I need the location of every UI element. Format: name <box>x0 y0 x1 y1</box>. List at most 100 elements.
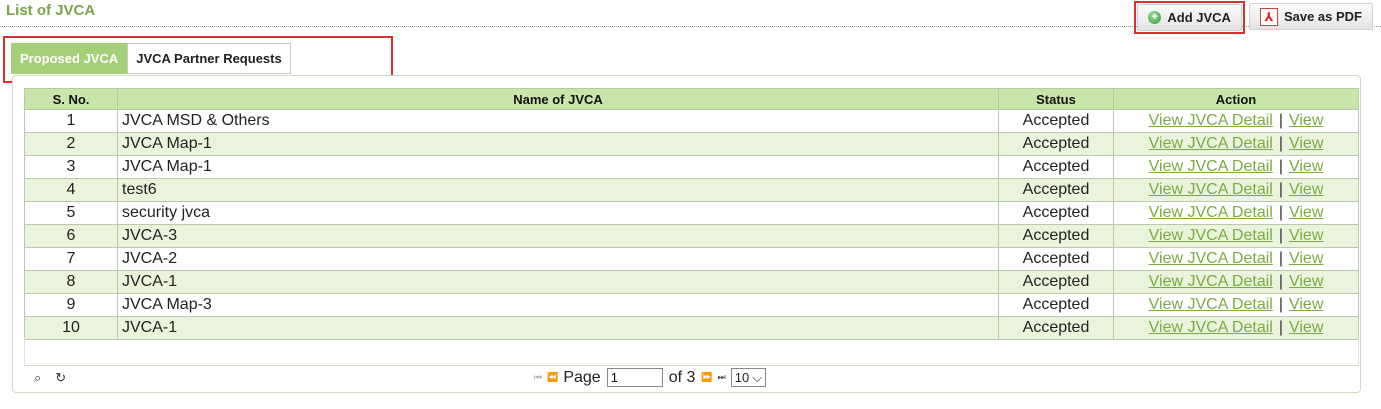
cell-sno: 1 <box>24 109 118 133</box>
empty-grid-space <box>24 338 1359 364</box>
view-link[interactable]: View <box>1289 112 1323 129</box>
table-row[interactable]: 6 JVCA-3 Accepted View JVCA Detail | View <box>24 224 1359 248</box>
add-jvca-button[interactable]: + Add JVCA <box>1137 4 1242 31</box>
page-title: List of JVCA <box>6 2 96 19</box>
cell-sno: 10 <box>24 316 118 340</box>
cell-action: View JVCA Detail | View <box>1113 224 1359 248</box>
jvca-table: S. No. Name of JVCA Status Action 1 JVCA … <box>24 88 1359 340</box>
cell-sno: 5 <box>24 201 118 225</box>
cell-sno: 2 <box>24 132 118 156</box>
cell-sno: 3 <box>24 155 118 179</box>
pager: ⌕ ↻ ⏮ ⏪ Page of 3 ⏩ ⏭ 10 ⌵ <box>24 365 1359 391</box>
cell-status: Accepted <box>998 132 1114 156</box>
cell-name: JVCA-3 <box>117 224 999 248</box>
view-jvca-detail-link[interactable]: View JVCA Detail <box>1149 273 1273 290</box>
view-jvca-detail-link[interactable]: View JVCA Detail <box>1149 112 1273 129</box>
last-page-icon[interactable]: ⏭ <box>718 372 726 383</box>
first-page-icon[interactable]: ⏮ <box>534 372 542 383</box>
action-separator: | <box>1278 181 1283 198</box>
view-jvca-detail-link[interactable]: View JVCA Detail <box>1149 296 1273 313</box>
top-actions: + Add JVCA ⅄ Save as PDF <box>1134 1 1373 34</box>
cell-status: Accepted <box>998 224 1114 248</box>
page-size-value: 10 <box>734 370 750 385</box>
cell-action: View JVCA Detail | View <box>1113 155 1359 179</box>
action-separator: | <box>1278 227 1283 244</box>
next-page-icon[interactable]: ⏩ <box>701 372 712 383</box>
view-jvca-detail-link[interactable]: View JVCA Detail <box>1149 181 1273 198</box>
refresh-icon[interactable]: ↻ <box>55 370 66 386</box>
tab-bar: Proposed JVCA JVCA Partner Requests <box>11 43 291 74</box>
save-as-pdf-label: Save as PDF <box>1283 9 1362 24</box>
table-row[interactable]: 8 JVCA-1 Accepted View JVCA Detail | View <box>24 270 1359 294</box>
header-action[interactable]: Action <box>1113 88 1359 110</box>
header-sno[interactable]: S. No. <box>24 88 118 110</box>
cell-action: View JVCA Detail | View <box>1113 247 1359 271</box>
cell-status: Accepted <box>998 201 1114 225</box>
table-header-row: S. No. Name of JVCA Status Action <box>24 88 1359 110</box>
cell-name: JVCA MSD & Others <box>117 109 999 133</box>
view-link[interactable]: View <box>1289 296 1323 313</box>
table-row[interactable]: 3 JVCA Map-1 Accepted View JVCA Detail | View <box>24 155 1359 179</box>
action-separator: | <box>1278 112 1283 129</box>
cell-name: JVCA-2 <box>117 247 999 271</box>
view-jvca-detail-link[interactable]: View JVCA Detail <box>1149 204 1273 221</box>
cell-action: View JVCA Detail | View <box>1113 109 1359 133</box>
action-separator: | <box>1278 296 1283 313</box>
table-row[interactable]: 1 JVCA MSD & Others Accepted View JVCA Deta… <box>24 109 1359 133</box>
view-link[interactable]: View <box>1289 204 1323 221</box>
view-jvca-detail-link[interactable]: View JVCA Detail <box>1149 319 1273 336</box>
cell-sno: 9 <box>24 293 118 317</box>
action-separator: | <box>1278 273 1283 290</box>
tab-proposed-jvca[interactable]: Proposed JVCA <box>11 43 128 74</box>
chevron-down-icon: ⌵ <box>752 369 763 385</box>
page-label: Page <box>563 368 601 386</box>
cell-sno: 7 <box>24 247 118 271</box>
table-row[interactable]: 4 test6 Accepted View JVCA Detail | View <box>24 178 1359 202</box>
table-row[interactable]: 7 JVCA-2 Accepted View JVCA Detail | View <box>24 247 1359 271</box>
page-size-select[interactable]: 10 ⌵ <box>730 368 767 387</box>
save-as-pdf-button[interactable]: ⅄ Save as PDF <box>1248 3 1373 30</box>
action-separator: | <box>1278 204 1283 221</box>
cell-action: View JVCA Detail | View <box>1113 201 1359 225</box>
header-status[interactable]: Status <box>998 88 1114 110</box>
cell-name: JVCA-1 <box>117 270 999 294</box>
add-jvca-label: Add JVCA <box>1167 10 1231 25</box>
action-separator: | <box>1278 158 1283 175</box>
prev-page-icon[interactable]: ⏪ <box>547 372 558 383</box>
view-link[interactable]: View <box>1289 135 1323 152</box>
pager-tools: ⌕ ↻ <box>34 370 66 386</box>
view-link[interactable]: View <box>1289 273 1323 290</box>
view-link[interactable]: View <box>1289 158 1323 175</box>
search-icon[interactable]: ⌕ <box>34 370 41 386</box>
action-separator: | <box>1278 250 1283 267</box>
header-name[interactable]: Name of JVCA <box>117 88 999 110</box>
cell-sno: 6 <box>24 224 118 248</box>
cell-name: JVCA-1 <box>117 316 999 340</box>
table-row[interactable]: 9 JVCA Map-3 Accepted View JVCA Detail | View <box>24 293 1359 317</box>
cell-action: View JVCA Detail | View <box>1113 293 1359 317</box>
view-link[interactable]: View <box>1289 181 1323 198</box>
cell-action: View JVCA Detail | View <box>1113 270 1359 294</box>
cell-action: View JVCA Detail | View <box>1113 132 1359 156</box>
cell-name: test6 <box>117 178 999 202</box>
page-number-input[interactable] <box>606 368 663 387</box>
pdf-icon: ⅄ <box>1259 7 1278 26</box>
view-jvca-detail-link[interactable]: View JVCA Detail <box>1149 250 1273 267</box>
cell-name: JVCA Map-3 <box>117 293 999 317</box>
view-link[interactable]: View <box>1289 227 1323 244</box>
cell-status: Accepted <box>998 270 1114 294</box>
action-separator: | <box>1278 319 1283 336</box>
view-jvca-detail-link[interactable]: View JVCA Detail <box>1149 227 1273 244</box>
view-link[interactable]: View <box>1289 319 1323 336</box>
table-row[interactable]: 10 JVCA-1 Accepted View JVCA Detail | View <box>24 316 1359 340</box>
view-jvca-detail-link[interactable]: View JVCA Detail <box>1149 158 1273 175</box>
cell-name: security jvca <box>117 201 999 225</box>
cell-status: Accepted <box>998 293 1114 317</box>
view-jvca-detail-link[interactable]: View JVCA Detail <box>1149 135 1273 152</box>
table-row[interactable]: 2 JVCA Map-1 Accepted View JVCA Detail | View <box>24 132 1359 156</box>
cell-status: Accepted <box>998 247 1114 271</box>
page-total: of 3 <box>668 368 696 386</box>
table-row[interactable]: 5 security jvca Accepted View JVCA Detail | V… <box>24 201 1359 225</box>
view-link[interactable]: View <box>1289 250 1323 267</box>
tab-jvca-partner-requests[interactable]: JVCA Partner Requests <box>127 43 291 74</box>
